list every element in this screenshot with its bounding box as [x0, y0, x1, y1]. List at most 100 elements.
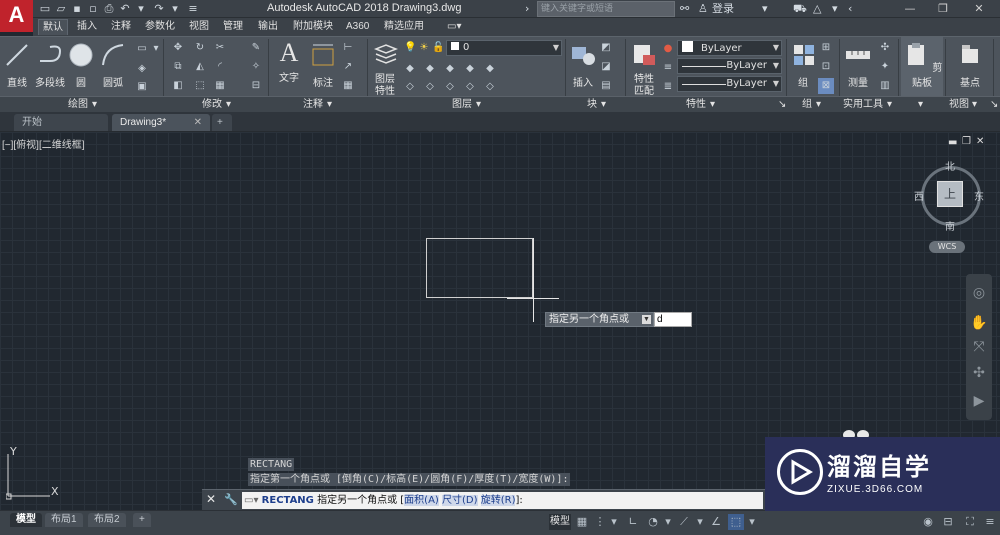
polyline-button[interactable]: 多段线 [32, 41, 68, 89]
object-snap-icon[interactable]: ⬚ [728, 514, 744, 530]
polar-icon[interactable]: ◔ [645, 514, 661, 530]
hatch-icon[interactable]: ◈ [136, 63, 148, 75]
block-attribute-icon[interactable]: ▤ [600, 80, 612, 92]
undo-dropdown-icon[interactable]: ▾ [134, 2, 148, 16]
panel-title-block[interactable]: 块 [587, 97, 597, 113]
iso-dropdown-icon[interactable]: ▾ [692, 514, 708, 530]
snap-dropdown-icon[interactable]: ▾ [606, 514, 622, 530]
table-icon[interactable]: ▦ [342, 80, 354, 92]
isodraft-icon[interactable]: ⟋ [676, 514, 692, 530]
chevron-down-icon[interactable]: ▾ [226, 97, 231, 113]
save-as-icon[interactable]: ▫ [86, 2, 100, 16]
signin-dropdown-icon[interactable]: ▾ [762, 2, 768, 16]
grid-icon[interactable]: ▦ [574, 514, 590, 530]
layer-current-icon[interactable]: ◆ [484, 63, 496, 75]
binoculars-icon[interactable]: ⚯ [680, 2, 689, 16]
autocad-logo[interactable]: A [0, 0, 33, 32]
chevron-down-icon[interactable]: ▾ [601, 97, 606, 113]
panel-title-annotation[interactable]: 注释 [303, 97, 323, 113]
ortho-icon[interactable]: ∟ [625, 514, 641, 530]
lineweight-dropdown[interactable]: ByLayer ▼ [677, 76, 782, 92]
tab-start[interactable]: 开始 [14, 114, 108, 131]
isolate-objects-icon[interactable]: ◉ [920, 514, 936, 530]
tab-parametric[interactable]: 参数化 [141, 19, 179, 35]
panel-title-groups[interactable]: 组 [802, 97, 812, 113]
layer-isolate-icon[interactable]: ◆ [424, 63, 436, 75]
model-space-button[interactable]: 模型 [549, 514, 571, 530]
hardware-accel-icon[interactable]: ⊟ [940, 514, 956, 530]
chevron-down-icon[interactable]: ▾ [816, 97, 821, 113]
chevron-down-icon[interactable]: ▾ [92, 97, 97, 113]
redo-dropdown-icon[interactable]: ▾ [168, 2, 182, 16]
viewcube-top-face[interactable]: 上 [937, 181, 963, 207]
chevron-down-icon[interactable]: ▾ [476, 97, 481, 113]
region-icon[interactable]: ▣ [136, 81, 148, 93]
group-button[interactable]: 组 [790, 41, 816, 89]
save-icon[interactable]: ▪ [70, 2, 84, 16]
base-view-button[interactable]: 基点 [952, 41, 988, 89]
panel-title-view[interactable]: 视图 [949, 97, 969, 113]
layer-prev-icon[interactable]: ◇ [424, 81, 436, 93]
create-block-icon[interactable]: ◩ [600, 42, 612, 54]
draw-dropdown-icon[interactable]: ▾ [150, 43, 162, 55]
trim-icon[interactable]: ✂ [214, 42, 226, 54]
customize-qat-icon[interactable]: ≡ [186, 2, 200, 16]
fullscreen-icon[interactable]: ⛶ [962, 514, 978, 530]
tab-manage[interactable]: 管理 [219, 19, 247, 35]
dynamic-input-field[interactable]: d [654, 312, 692, 327]
lineweight-icon[interactable]: ≣ [662, 81, 674, 93]
options-down-arrow-icon[interactable]: ▼ [642, 315, 651, 324]
help-dropdown-icon[interactable]: ▾ [832, 2, 838, 16]
undo-icon[interactable]: ↶ [118, 2, 132, 16]
layout-tab-2[interactable]: 布局2 [88, 513, 126, 527]
color-wheel-icon[interactable]: ● [662, 43, 674, 55]
mirror-icon[interactable]: ◭ [194, 61, 206, 73]
chevron-down-icon[interactable]: ▾ [918, 97, 923, 113]
panel-title-draw[interactable]: 绘图 [68, 97, 88, 113]
add-layout-icon[interactable]: + [133, 513, 151, 527]
viewcube[interactable]: 北 南 东 西 上 WCS [913, 158, 989, 258]
panel-title-modify[interactable]: 修改 [202, 97, 222, 113]
showmotion-icon[interactable]: ▶ [970, 392, 988, 410]
rectangle-icon[interactable]: ▭ [136, 43, 148, 55]
ungroup-icon[interactable]: ⊞ [820, 42, 832, 54]
group-select-icon[interactable]: ⊠ [818, 78, 834, 94]
compass-west[interactable]: 西 [914, 188, 924, 203]
layout-tab-1[interactable]: 布局1 [45, 513, 83, 527]
offset-icon[interactable]: ⊟ [250, 80, 262, 92]
lock-icon[interactable]: 🔓 [432, 42, 444, 54]
wrench-icon[interactable]: 🔧 [224, 493, 238, 506]
layer-freeze-icon[interactable]: ◆ [444, 63, 456, 75]
line-button[interactable]: 直线 [2, 41, 32, 89]
option-dimensions[interactable]: 尺寸(D) [442, 495, 478, 506]
calculator-icon[interactable]: ▥ [879, 80, 891, 92]
layer-unlock-icon[interactable]: ◇ [484, 81, 496, 93]
dialog-launcher-icon[interactable]: ↘ [990, 97, 998, 113]
layer-properties-button[interactable]: 图层特性 [372, 41, 400, 98]
clipboard-button[interactable]: 剪贴板 [901, 37, 943, 97]
layer-on-icon[interactable]: ◇ [444, 81, 456, 93]
osnap-dropdown-icon[interactable]: ▾ [744, 514, 760, 530]
dimension-button[interactable]: 标注 [308, 41, 338, 89]
new-file-icon[interactable]: ▭ [38, 2, 52, 16]
close-icon[interactable]: ✕ [206, 492, 216, 506]
dialog-launcher-icon[interactable]: ↘ [778, 97, 786, 113]
command-input[interactable]: ▭▾ RECTANG 指定另一个角点或 [面积(A) 尺寸(D) 旋转(R)]: [242, 492, 763, 509]
group-edit-icon[interactable]: ⊡ [820, 61, 832, 73]
sun-icon[interactable]: ☀ [418, 42, 430, 54]
arc-button[interactable]: 圆弧 [98, 41, 128, 89]
search-input[interactable]: 键入关键字或短语 [537, 1, 675, 17]
wcs-menu[interactable]: WCS [929, 241, 965, 253]
tab-featured-apps[interactable]: 精选应用 [380, 19, 428, 35]
signin-label[interactable]: 登录 [712, 2, 734, 16]
quick-select-icon[interactable]: ✣ [879, 42, 891, 54]
cart-icon[interactable]: ⛟ [793, 2, 807, 16]
tab-output[interactable]: 输出 [254, 19, 282, 35]
print-icon[interactable]: ⎙ [102, 2, 116, 16]
text-button[interactable]: A 文字 [274, 39, 304, 85]
color-dropdown[interactable]: ByLayer ▼ [677, 40, 782, 56]
option-area[interactable]: 面积(A) [404, 495, 439, 506]
orbit-icon[interactable]: ✣ [970, 364, 988, 382]
a360-icon[interactable]: △ [813, 2, 821, 16]
panel-title-layers[interactable]: 图层 [452, 97, 472, 113]
